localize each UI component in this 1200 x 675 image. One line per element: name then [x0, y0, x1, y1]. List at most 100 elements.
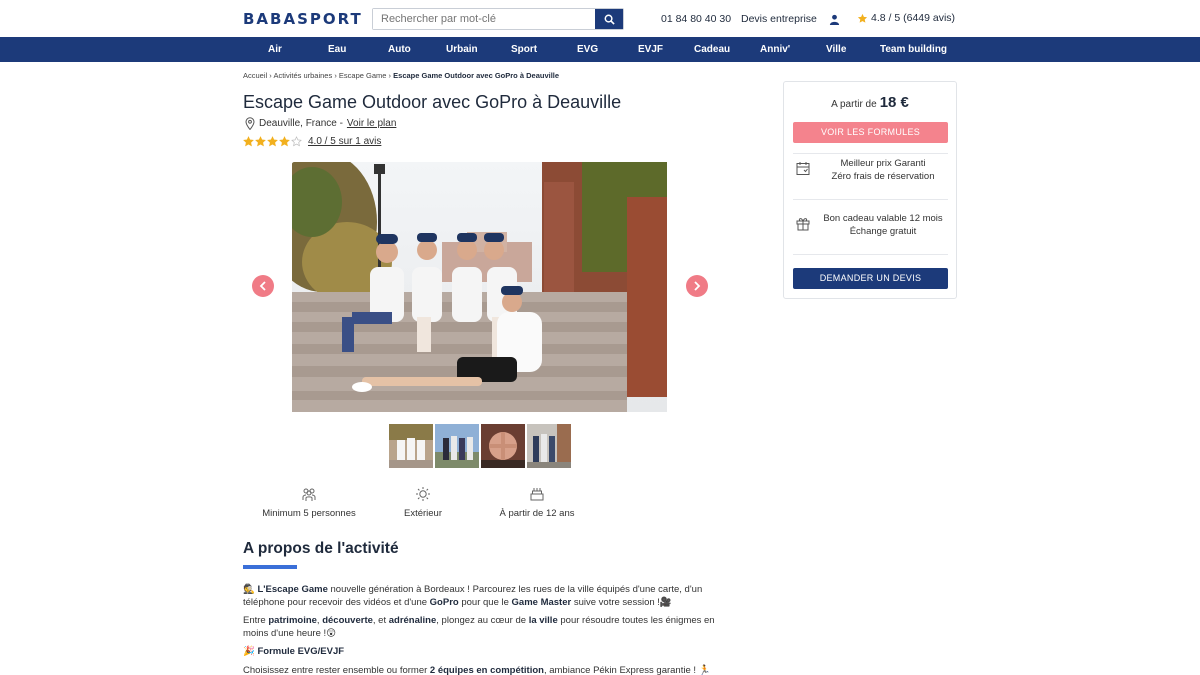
feature-min-people: Minimum 5 personnes [255, 486, 363, 519]
search-button[interactable] [595, 9, 623, 29]
map-link[interactable]: Voir le plan [347, 118, 396, 129]
divider [793, 254, 948, 255]
bold-text: la ville [528, 615, 558, 626]
star-filled-icon [267, 136, 278, 147]
nav-item-eau[interactable]: Eau [328, 44, 346, 55]
text-run: 🎉 [243, 646, 258, 657]
nav-item-anniv[interactable]: Anniv' [760, 44, 790, 55]
text-run: Entre [243, 615, 269, 626]
demander-devis-button[interactable]: DEMANDER UN DEVIS [793, 268, 948, 289]
sun-icon [416, 487, 430, 501]
star-empty-icon [291, 136, 302, 147]
user-account-icon[interactable] [829, 12, 840, 30]
heading-underline [243, 565, 297, 569]
search-icon [604, 14, 615, 25]
nav-item-ville[interactable]: Ville [826, 44, 846, 55]
gallery-prev-button[interactable] [252, 275, 274, 297]
bold-text: adrénaline [388, 615, 437, 626]
perk-gift-card: Bon cadeau valable 12 mois Échange gratu… [784, 212, 956, 238]
star-filled-icon [243, 136, 254, 147]
nav-item-evjf[interactable]: EVJF [638, 44, 663, 55]
perk-line: Zéro frais de réservation [831, 171, 935, 182]
divider [793, 153, 948, 154]
feature-outdoor: Extérieur [380, 486, 466, 519]
voir-formules-button[interactable]: VOIR LES FORMULES [793, 122, 948, 143]
gift-icon [796, 218, 810, 231]
nav-item-sport[interactable]: Sport [511, 44, 537, 55]
location-text: Deauville, France - [259, 118, 343, 129]
about-paragraph: Entre patrimoine, découverte, et adrénal… [243, 614, 723, 640]
star-filled-icon [255, 136, 266, 147]
bold-text: L'Escape Game [257, 584, 328, 595]
bold-text: Game Master [511, 597, 572, 608]
bold-text: Formule EVG/EVJF [257, 646, 345, 657]
nav-item-air[interactable]: Air [268, 44, 282, 55]
price-from-label: A partir de [831, 99, 877, 110]
gallery-next-button[interactable] [686, 275, 708, 297]
about-paragraph: Choisissez entre rester ensemble ou form… [243, 664, 723, 675]
devis-entreprise-link[interactable]: Devis entreprise [741, 13, 817, 25]
price: A partir de 18 € [784, 94, 956, 111]
thumbnail[interactable] [389, 424, 433, 468]
perk-line: Bon cadeau valable 12 mois [823, 213, 943, 224]
search-input[interactable] [373, 9, 595, 29]
bold-text: GoPro [429, 597, 459, 608]
breadcrumb-separator: › [388, 71, 392, 80]
text-run: , plongez au cœur de [436, 615, 529, 626]
breadcrumb-separator: › [334, 71, 337, 80]
global-rating[interactable]: 4.8 / 5 (6449 avis) [857, 12, 955, 24]
breadcrumb-item[interactable]: Accueil [243, 71, 267, 80]
text-run: suive votre session !🎥 [571, 597, 672, 608]
nav-item-urbain[interactable]: Urbain [446, 44, 478, 55]
search-bar [372, 8, 624, 30]
page-title: Escape Game Outdoor avec GoPro à Deauvil… [243, 92, 622, 112]
thumbnail[interactable] [435, 424, 479, 468]
star-filled-icon [279, 136, 290, 147]
text-run: pour que le [458, 597, 512, 608]
site-header: BABASPORT 01 84 80 40 30 Devis entrepris… [0, 0, 1200, 37]
rating-stars [243, 136, 302, 147]
text-run: , et [372, 615, 389, 626]
text-run: 🕵️ [243, 584, 258, 595]
nav-item-team-building[interactable]: Team building [880, 44, 947, 55]
breadcrumb-current: Escape Game Outdoor avec GoPro à Deauvil… [393, 71, 560, 80]
photo-group-on-steps [292, 162, 667, 412]
about-heading: A propos de l'activité [243, 540, 399, 557]
bold-text: patrimoine [268, 615, 317, 626]
location: Deauville, France - Voir le plan [245, 117, 396, 130]
text-run: , ambiance Pékin Express garantie ! 🏃 [543, 665, 711, 675]
global-rating-text: 4.8 / 5 (6449 avis) [871, 12, 956, 24]
perk-best-price: Meilleur prix Garanti Zéro frais de rése… [784, 157, 956, 183]
nav-item-evg[interactable]: EVG [577, 44, 598, 55]
calendar-icon [796, 162, 810, 175]
nav-item-cadeau[interactable]: Cadeau [694, 44, 730, 55]
feature-label: Minimum 5 personnes [262, 508, 356, 519]
breadcrumb: Accueil › Activités urbaines › Escape Ga… [243, 71, 559, 80]
price-value: 18 € [879, 94, 909, 111]
rating-text[interactable]: 4.0 / 5 sur 1 avis [308, 136, 381, 147]
thumbnail-strip [389, 424, 571, 468]
breadcrumb-separator: › [269, 71, 272, 80]
activity-rating[interactable]: 4.0 / 5 sur 1 avis [243, 136, 381, 147]
perk-line: Meilleur prix Garanti [840, 158, 926, 169]
location-pin-icon [245, 117, 255, 130]
chevron-left-icon [259, 281, 266, 291]
nav-item-auto[interactable]: Auto [388, 44, 411, 55]
site-logo[interactable]: BABASPORT [243, 10, 363, 28]
perk-line: Échange gratuit [849, 226, 917, 237]
cake-icon [530, 488, 544, 501]
feature-age: À partir de 12 ans [490, 486, 584, 519]
star-icon [857, 13, 868, 23]
phone-link[interactable]: 01 84 80 40 30 [661, 13, 731, 25]
bold-text: découverte [322, 615, 373, 626]
main-photo[interactable] [292, 162, 667, 412]
feature-label: Extérieur [403, 508, 442, 519]
breadcrumb-item[interactable]: Escape Game [339, 71, 387, 80]
thumbnail[interactable] [527, 424, 571, 468]
about-paragraph: 🕵️ L'Escape Game nouvelle génération à B… [243, 583, 723, 609]
breadcrumb-item[interactable]: Activités urbaines [273, 71, 332, 80]
text-run: Choisissez entre rester ensemble ou form… [243, 665, 430, 675]
group-icon [302, 488, 316, 501]
thumbnail[interactable] [481, 424, 525, 468]
about-paragraph: 🎉 Formule EVG/EVJF [243, 645, 723, 658]
